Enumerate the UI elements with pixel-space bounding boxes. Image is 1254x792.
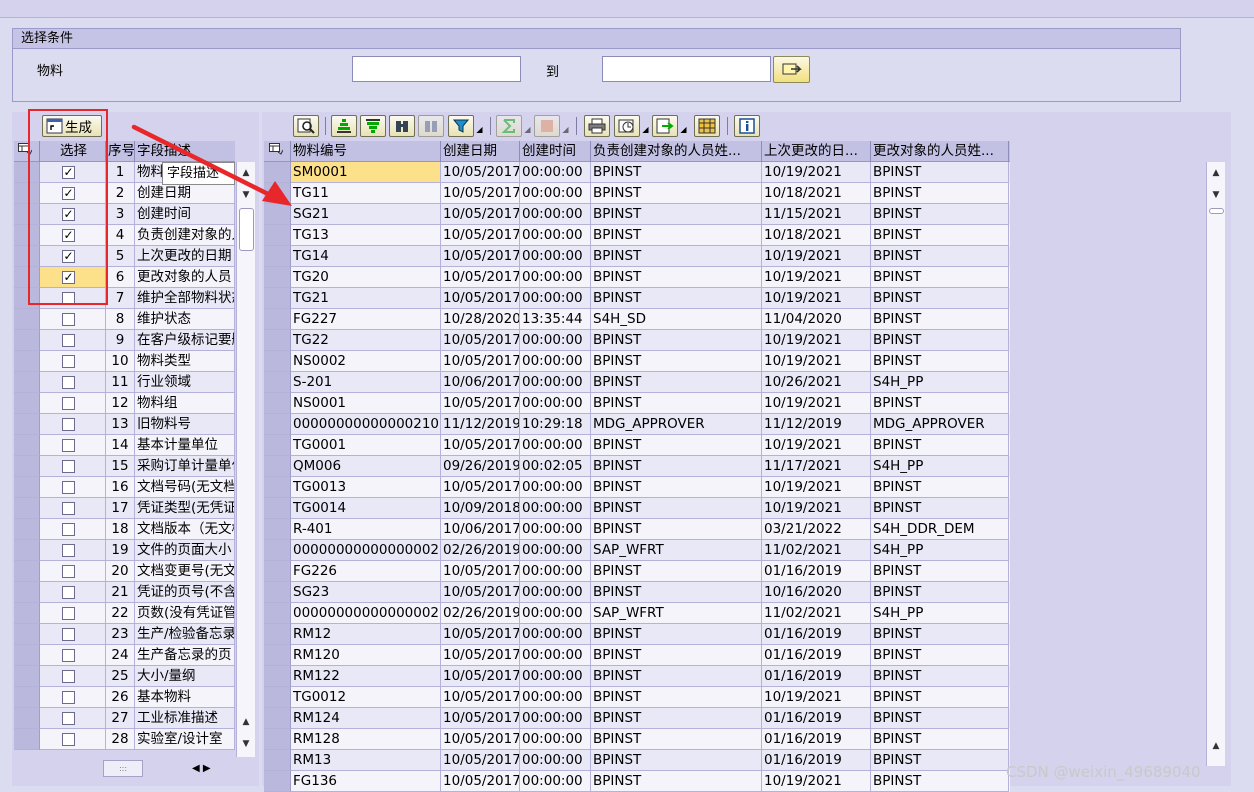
watermark: CSDN @weixin_49689040	[1006, 763, 1201, 781]
annotation-arrow	[131, 124, 292, 206]
